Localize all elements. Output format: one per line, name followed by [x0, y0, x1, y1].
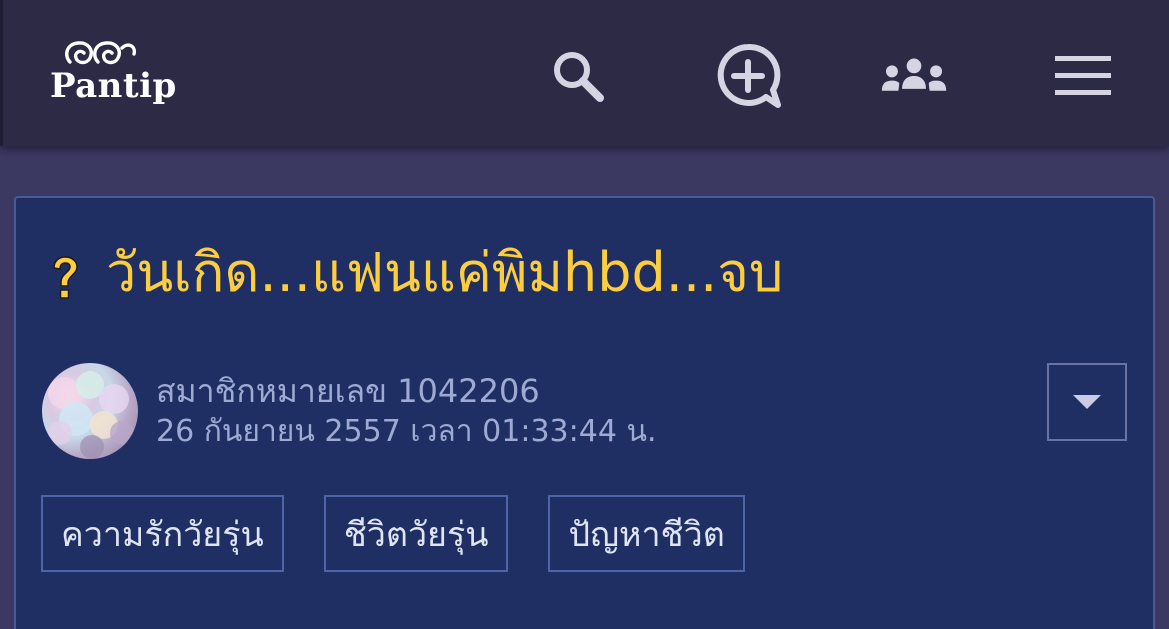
post-title-row: วันเกิด...แฟนแค่พิมhbd...จบ: [50, 238, 783, 308]
avatar[interactable]: [42, 363, 138, 459]
hamburger-menu-icon: [1055, 56, 1111, 95]
add-comment-icon: [717, 43, 781, 108]
group-icon: [881, 58, 947, 91]
avatar-image: [48, 371, 134, 459]
logo-text: Pantip: [50, 66, 177, 106]
tag-life-problems[interactable]: ปัญหาชีวิต: [548, 495, 745, 572]
post-card: วันเกิด...แฟนแค่พิมhbd...จบ สมาชิกหมายเล…: [14, 196, 1155, 629]
tag-teen-love[interactable]: ความรักวัยรุ่น: [41, 495, 284, 572]
menu-button[interactable]: [1049, 42, 1117, 110]
logo-mark-icon: [65, 41, 136, 65]
tag-list: ความรักวัยรุ่น ชีวิตวัยรุ่น ปัญหาชีวิต: [41, 495, 745, 572]
search-button[interactable]: [544, 42, 612, 110]
new-post-button[interactable]: [714, 42, 782, 110]
page: Pantip วันเกิด...แฟนแค่พิมhbd...จบ สมาชิ…: [0, 0, 1169, 629]
caret-down-icon: [1073, 395, 1101, 409]
search-icon: [554, 52, 604, 102]
question-mark-icon: [53, 256, 78, 299]
post-options-dropdown[interactable]: [1047, 363, 1127, 441]
tag-teen-life[interactable]: ชีวิตวัยรุ่น: [323, 495, 509, 572]
pantip-logo[interactable]: Pantip: [48, 38, 178, 114]
post-datetime: 26 กันยายน 2557 เวลา 01:33:44 น.: [156, 414, 657, 449]
community-button[interactable]: [880, 42, 948, 110]
top-navbar: Pantip: [0, 0, 1169, 146]
post-title[interactable]: วันเกิด...แฟนแค่พิมhbd...จบ: [106, 246, 783, 300]
